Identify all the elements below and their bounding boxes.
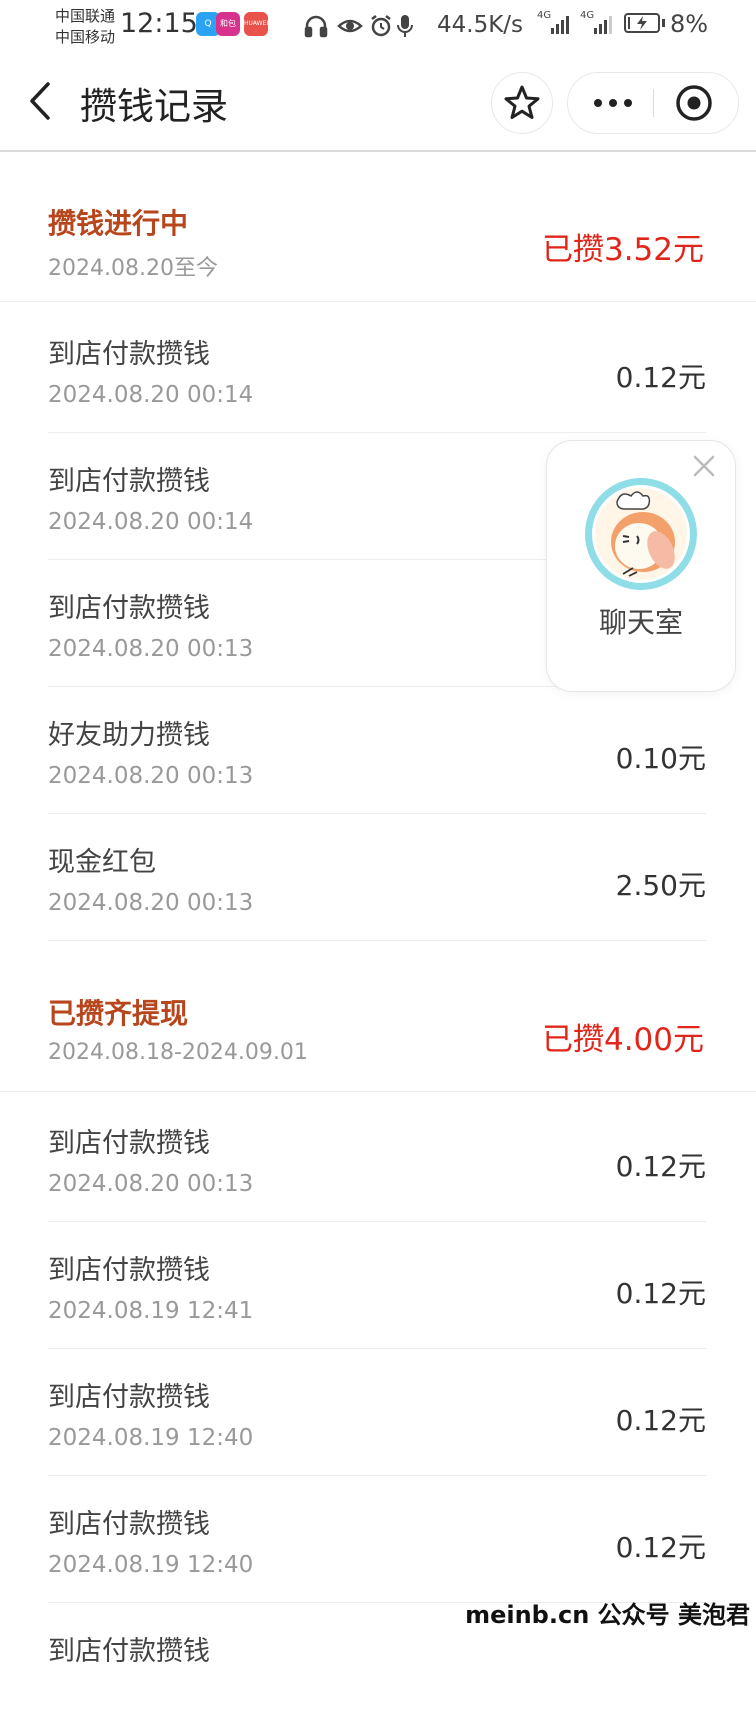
record-row[interactable]: 好友助力攒钱 2024.08.20 00:13 0.10元 bbox=[48, 687, 706, 814]
page-title: 攒钱记录 bbox=[80, 85, 228, 128]
record-title: 好友助力攒钱 bbox=[48, 720, 210, 751]
group-header-in-progress: 攒钱进行中 2024.08.20至今 已攒3.52元 bbox=[0, 176, 756, 302]
group-title: 已攒齐提现 bbox=[48, 997, 189, 1030]
record-title: 到店付款攒钱 bbox=[48, 339, 210, 370]
record-title: 到店付款攒钱 bbox=[48, 1255, 210, 1286]
back-button[interactable] bbox=[22, 78, 58, 124]
record-time: 2024.08.20 00:13 bbox=[48, 890, 254, 916]
group-header-withdrawn: 已攒齐提现 2024.08.18-2024.09.01 已攒4.00元 bbox=[0, 966, 756, 1092]
status-icons bbox=[304, 15, 413, 38]
chat-room-float[interactable]: 聊天室 bbox=[546, 440, 736, 692]
alarm-icon bbox=[371, 15, 391, 37]
signal-2-indicator: 4G bbox=[580, 10, 616, 40]
carrier-info: 中国联通 中国移动 bbox=[55, 6, 115, 48]
record-time: 2024.08.19 12:40 bbox=[48, 1552, 254, 1578]
chat-room-label: 聊天室 bbox=[598, 606, 683, 639]
carrier-2: 中国移动 bbox=[55, 28, 116, 46]
carrier-1: 中国联通 bbox=[55, 7, 116, 25]
record-amount: 0.12元 bbox=[615, 1277, 706, 1310]
group-total: 已攒3.52元 bbox=[541, 232, 704, 268]
group-period: 2024.08.18-2024.09.01 bbox=[48, 1040, 308, 1065]
record-title: 到店付款攒钱 bbox=[48, 466, 210, 497]
record-row[interactable]: 到店付款攒钱 2024.08.19 12:41 0.12元 bbox=[48, 1222, 706, 1349]
network-speed: 44.5K/s bbox=[437, 12, 524, 38]
record-title: 现金红包 bbox=[48, 847, 156, 878]
target-close-icon bbox=[676, 85, 712, 121]
record-row[interactable]: 现金红包 2024.08.20 00:13 2.50元 bbox=[48, 814, 706, 941]
group-title: 攒钱进行中 bbox=[48, 207, 189, 240]
charging-icon bbox=[637, 16, 647, 30]
record-time: 2024.08.20 00:13 bbox=[48, 1171, 254, 1197]
record-time: 2024.08.20 00:14 bbox=[48, 509, 254, 535]
battery-percent: 8% bbox=[670, 10, 709, 38]
record-time: 2024.08.19 12:40 bbox=[48, 1425, 254, 1451]
record-amount: 0.12元 bbox=[615, 361, 706, 394]
record-title: 到店付款攒钱 bbox=[48, 1636, 210, 1667]
record-row[interactable]: 到店付款攒钱 2024.08.20 00:14 0.12元 bbox=[48, 306, 706, 433]
record-time: 2024.08.19 12:41 bbox=[48, 1298, 254, 1324]
record-time: 2024.08.20 00:13 bbox=[48, 636, 254, 662]
chat-float-close-button[interactable] bbox=[689, 451, 719, 481]
hebao-app-icon: 和包 bbox=[216, 12, 240, 36]
record-amount: 0.12元 bbox=[615, 1531, 706, 1564]
star-icon bbox=[504, 85, 540, 119]
headphones-icon bbox=[304, 15, 328, 38]
status-time: 12:15 bbox=[120, 8, 198, 39]
more-dots-icon bbox=[594, 99, 632, 107]
favorite-button[interactable] bbox=[491, 72, 553, 134]
record-time: 2024.08.20 00:14 bbox=[48, 382, 254, 408]
record-amount: 2.50元 bbox=[615, 869, 706, 902]
battery-level bbox=[628, 17, 630, 29]
mini-program-capsule bbox=[567, 72, 739, 134]
nav-bar: 攒钱记录 bbox=[0, 52, 756, 152]
record-row[interactable]: 到店付款攒钱 2024.08.20 00:13 0.12元 bbox=[48, 1095, 706, 1222]
close-icon bbox=[693, 455, 715, 477]
network-type-2: 4G bbox=[580, 10, 595, 21]
record-title: 到店付款攒钱 bbox=[48, 1128, 210, 1159]
chat-room-avatar bbox=[585, 478, 697, 590]
chevron-left-icon bbox=[30, 82, 50, 120]
more-button[interactable] bbox=[568, 73, 653, 133]
watermark: meinb.cn 公众号 美泡君 bbox=[465, 1601, 750, 1629]
network-type-1: 4G bbox=[537, 10, 552, 21]
signal-1-indicator: 4G bbox=[537, 10, 573, 40]
group-period: 2024.08.20至今 bbox=[48, 256, 218, 281]
record-title: 到店付款攒钱 bbox=[48, 1382, 210, 1413]
record-time: 2024.08.20 00:13 bbox=[48, 763, 254, 789]
record-amount: 0.10元 bbox=[615, 742, 706, 775]
record-title: 到店付款攒钱 bbox=[48, 1509, 210, 1540]
battery-tip bbox=[662, 19, 665, 27]
group-total: 已攒4.00元 bbox=[541, 1022, 704, 1058]
huawei-app-icon: HUAWEI bbox=[244, 12, 268, 36]
record-amount: 0.12元 bbox=[615, 1404, 706, 1437]
battery-icon bbox=[624, 13, 660, 33]
record-amount: 0.12元 bbox=[615, 1150, 706, 1183]
record-row[interactable]: 到店付款攒钱 2024.08.19 12:40 0.12元 bbox=[48, 1349, 706, 1476]
record-title: 到店付款攒钱 bbox=[48, 593, 210, 624]
close-mini-program-button[interactable] bbox=[654, 73, 738, 133]
status-bar: 中国联通 中国移动 12:15 Q 和包 HUAWEI 44.5K/s 4G 4… bbox=[0, 0, 756, 52]
microphone-icon bbox=[397, 15, 413, 37]
record-row[interactable]: 到店付款攒钱 2024.08.19 12:40 0.12元 bbox=[48, 1476, 706, 1603]
eye-icon bbox=[337, 19, 363, 33]
